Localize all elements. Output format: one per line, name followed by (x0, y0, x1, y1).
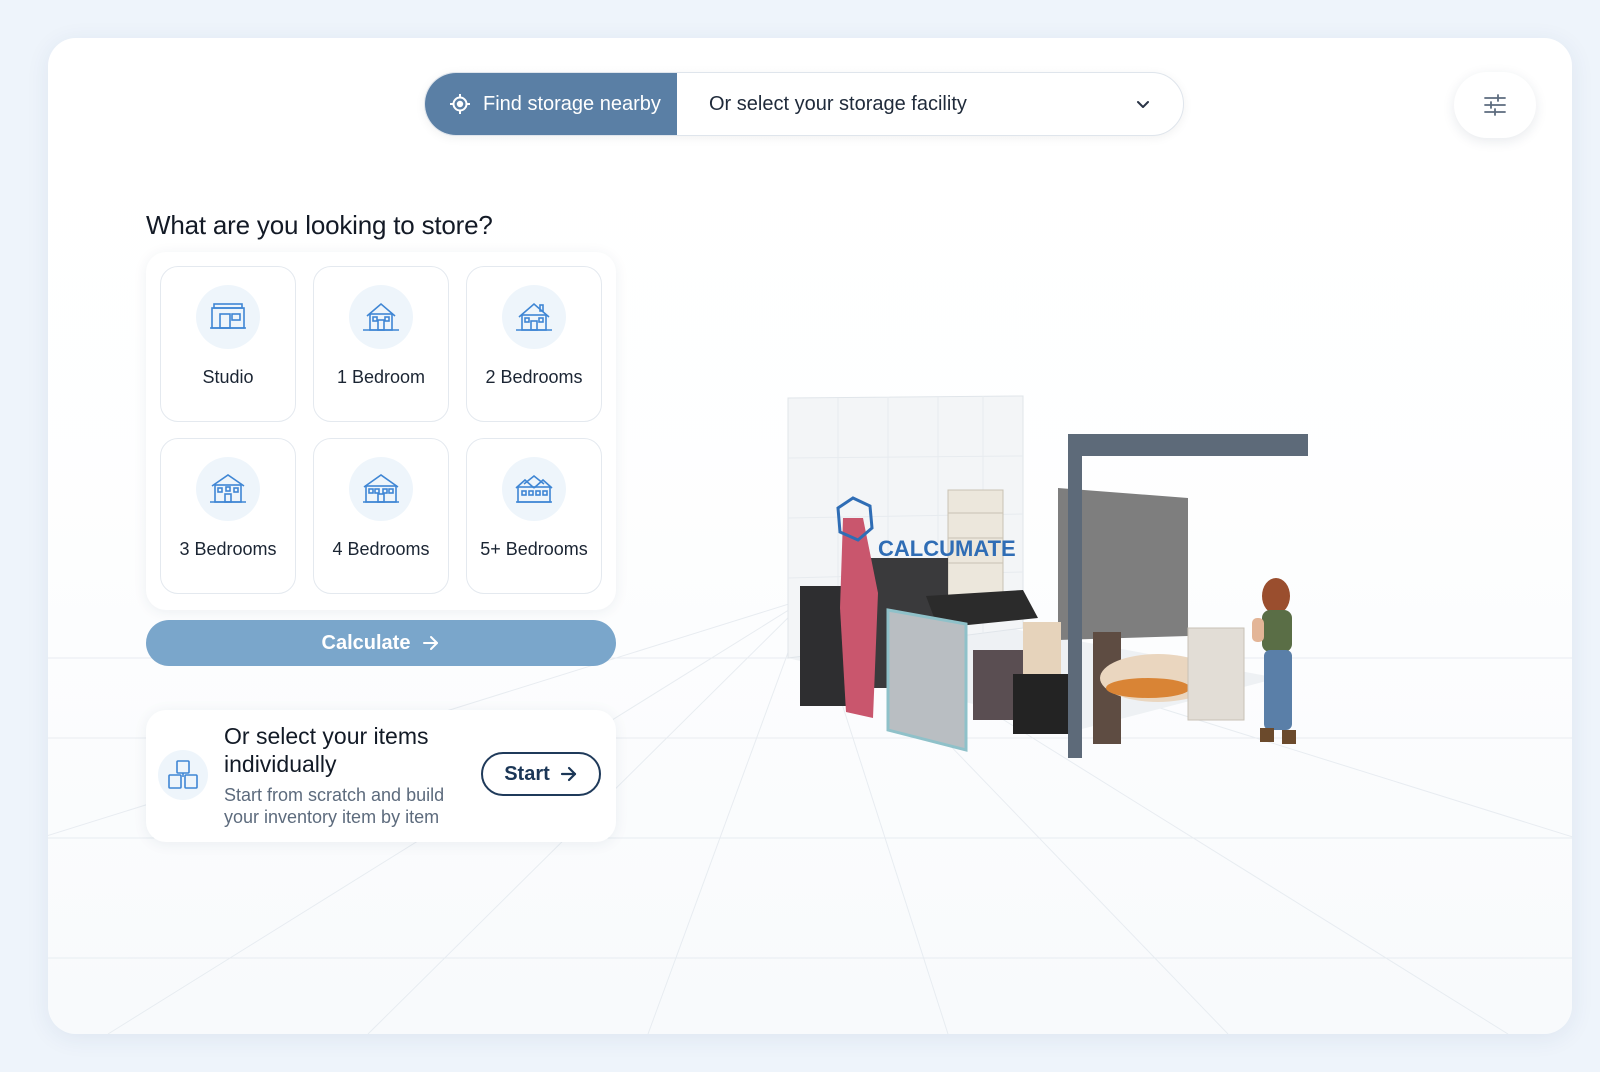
arrow-right-icon (423, 636, 439, 650)
tile-icon-wrap (349, 457, 413, 521)
house-1-bedroom-icon (363, 302, 399, 331)
start-label: Start (504, 762, 550, 785)
items-title: Or select your items individually (224, 723, 429, 777)
scene-brand-text: CALCUMATE (878, 536, 1016, 561)
tile-studio[interactable]: Studio (160, 266, 296, 422)
location-target-icon (450, 94, 470, 114)
tv (1013, 674, 1073, 734)
sliders-icon (1484, 94, 1506, 116)
page-heading: What are you looking to store? (146, 210, 493, 240)
frame-beam-top (1068, 434, 1308, 456)
dresser (1187, 627, 1245, 721)
tile-label: 3 Bedrooms (179, 539, 277, 559)
jetski-stripe (1106, 678, 1190, 698)
tile-5-plus-bedrooms[interactable]: 5+ Bedrooms (466, 438, 602, 594)
home-size-grid: Studio 1 Bedroom 2 Bedrooms 3 Bedrooms 4… (146, 252, 616, 610)
calculate-label: Calculate (321, 631, 411, 654)
storage-unit-3d-preview: CALCUMATE (787, 395, 1308, 758)
studio-icon (210, 303, 246, 329)
tile-icon-wrap (196, 457, 260, 521)
chevron-down-icon (1137, 101, 1149, 108)
tile-label: 4 Bedrooms (332, 539, 430, 559)
house-3-bedrooms-icon (210, 474, 246, 503)
find-storage-label: Find storage nearby (483, 92, 661, 115)
tile-icon-wrap (349, 285, 413, 349)
house-4-bedrooms-icon (363, 474, 399, 503)
tile-icon-wrap (502, 457, 566, 521)
tile-label: 2 Bedrooms (485, 367, 583, 387)
calculate-button[interactable]: Calculate (146, 620, 616, 666)
start-button[interactable]: Start (481, 752, 601, 796)
storage-search-bar: Find storage nearby Or select your stora… (424, 72, 1184, 136)
find-storage-nearby-button[interactable]: Find storage nearby (425, 73, 677, 135)
tile-icon-wrap (196, 285, 260, 349)
house-2-bedrooms-icon (516, 302, 552, 331)
facility-placeholder: Or select your storage facility (709, 92, 967, 115)
items-subtitle: Start from scratch and build your invent… (224, 785, 445, 827)
frame-post-front (1068, 434, 1082, 758)
storage-facility-select[interactable]: Or select your storage facility (677, 73, 1183, 135)
tile-4-bedrooms[interactable]: 4 Bedrooms (313, 438, 449, 594)
tile-1-bedroom[interactable]: 1 Bedroom (313, 266, 449, 422)
tile-2-bedrooms[interactable]: 2 Bedrooms (466, 266, 602, 422)
tile-icon-wrap (502, 285, 566, 349)
person-figure (1252, 578, 1296, 744)
items-icon-wrap (158, 750, 208, 800)
tile-label: 1 Bedroom (336, 367, 426, 387)
tile-3-bedrooms[interactable]: 3 Bedrooms (160, 438, 296, 594)
boxes-icon (168, 760, 198, 789)
arrow-right-icon (560, 766, 576, 782)
individual-items-card: Or select your items individually Start … (146, 710, 616, 842)
main-card: Find storage nearby Or select your stora… (48, 38, 1572, 1034)
tile-label: Studio (202, 367, 254, 387)
filter-settings-button[interactable] (1454, 72, 1536, 138)
house-5-bedrooms-icon (515, 474, 553, 503)
mirror (886, 608, 968, 752)
tile-label: 5+ Bedrooms (480, 539, 588, 559)
